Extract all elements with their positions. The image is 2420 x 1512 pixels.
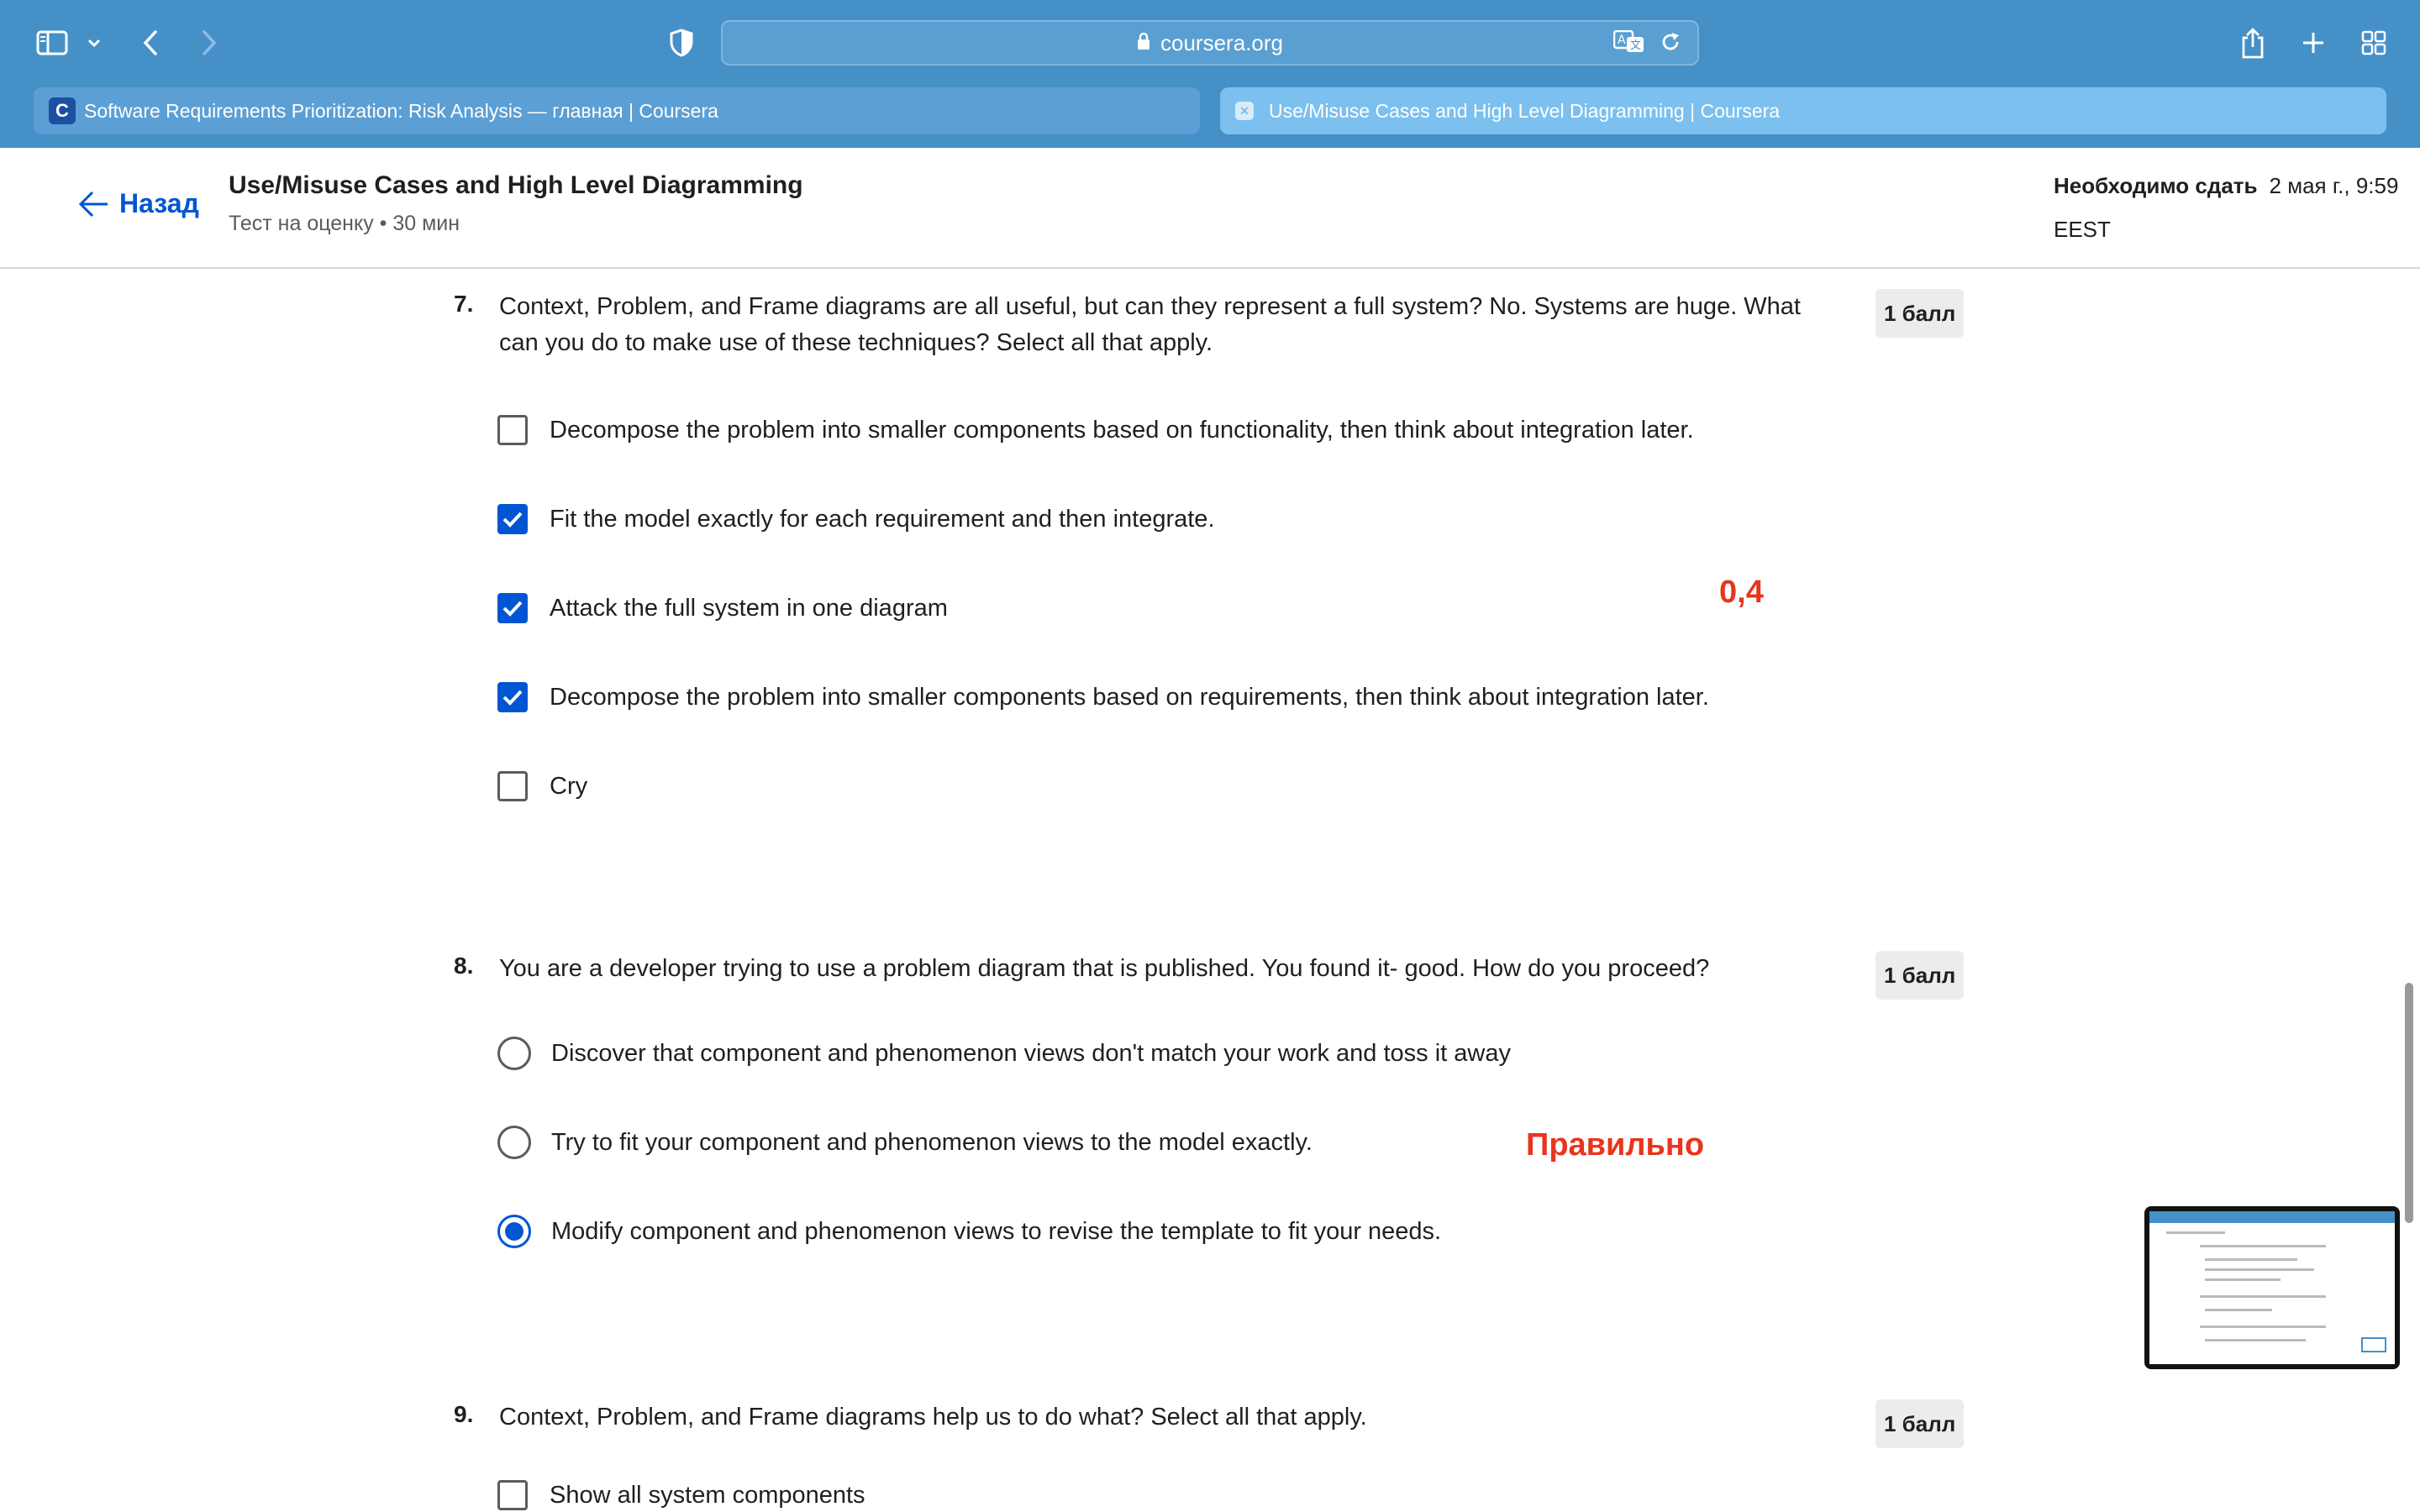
- page-title: Use/Misuse Cases and High Level Diagramm…: [229, 171, 803, 199]
- screenshot-thumbnail[interactable]: [2144, 1206, 2400, 1369]
- checkbox-option[interactable]: Fit the model exactly for each requireme…: [497, 504, 1215, 534]
- sidebar-icon[interactable]: [34, 22, 71, 64]
- checkbox-option[interactable]: Decompose the problem into smaller compo…: [497, 682, 1709, 712]
- new-tab-icon[interactable]: [2299, 22, 2328, 64]
- option-label: Cry: [550, 772, 588, 800]
- svg-text:文: 文: [1630, 39, 1641, 52]
- coursera-favicon-icon: C: [49, 97, 76, 124]
- question-text: Context, Problem, and Frame diagrams are…: [499, 293, 1801, 356]
- address-text: coursera.org: [1160, 29, 1283, 55]
- page-header: Назад Use/Misuse Cases and High Level Di…: [0, 148, 2420, 269]
- option-label: Discover that component and phenomenon v…: [551, 1039, 1511, 1067]
- checkbox-checked[interactable]: [497, 593, 528, 623]
- browser-chrome: coursera.org A文 C Software Requirements …: [0, 0, 2420, 148]
- option-label: Decompose the problem into smaller compo…: [550, 416, 1694, 444]
- tab-title: Use/Misuse Cases and High Level Diagramm…: [1269, 99, 1781, 122]
- chevron-down-icon[interactable]: [84, 22, 104, 64]
- scrollbar[interactable]: [2405, 983, 2413, 1223]
- checkbox-option[interactable]: Decompose the problem into smaller compo…: [497, 415, 1694, 445]
- option-label: Decompose the problem into smaller compo…: [550, 683, 1709, 711]
- due-date: Необходимо сдать 2 мая г., 9:59: [2054, 173, 2398, 199]
- checkbox-option[interactable]: Cry: [497, 771, 587, 801]
- checkmark-icon: [502, 512, 523, 528]
- question-9: 9. Context, Problem, and Frame diagrams …: [454, 1389, 1966, 1512]
- radio-button[interactable]: [497, 1126, 531, 1159]
- question-7: 7. Context, Problem, and Frame diagrams …: [454, 279, 1966, 900]
- share-icon[interactable]: [2238, 22, 2267, 64]
- checkbox-checked[interactable]: [497, 682, 528, 712]
- tab-bar: C Software Requirements Prioritization: …: [0, 84, 2420, 143]
- quiz-content: 7. Context, Problem, and Frame diagrams …: [0, 270, 2420, 1512]
- arrow-left-icon: [78, 191, 108, 217]
- radio-button[interactable]: [497, 1037, 531, 1070]
- due-value: 2 мая г., 9:59: [2269, 173, 2399, 198]
- back-button[interactable]: Назад: [77, 188, 199, 219]
- translate-icon[interactable]: A文: [1612, 29, 1645, 58]
- address-bar[interactable]: coursera.org A文: [721, 20, 1699, 66]
- checkbox[interactable]: [497, 415, 528, 445]
- lock-icon: [1137, 30, 1150, 56]
- radio-dot: [505, 1222, 523, 1241]
- browser-tab-2[interactable]: × Use/Misuse Cases and High Level Diagra…: [1220, 87, 2386, 134]
- radio-option[interactable]: Modify component and phenomenon views to…: [497, 1215, 1441, 1248]
- tab-title: Software Requirements Prioritization: Ri…: [84, 99, 718, 122]
- checkmark-icon: [502, 601, 523, 617]
- close-tab-icon[interactable]: ×: [1235, 102, 1254, 120]
- shield-icon[interactable]: [667, 22, 696, 64]
- back-icon[interactable]: [138, 22, 163, 64]
- option-label: Attack the full system in one diagram: [550, 594, 948, 622]
- points-badge: 1 балл: [1876, 1399, 1965, 1448]
- radio-option[interactable]: Try to fit your component and phenomenon…: [497, 1126, 1313, 1159]
- radio-button-selected[interactable]: [497, 1215, 531, 1248]
- points-badge: 1 балл: [1876, 951, 1965, 1000]
- page-subtitle: Тест на оценку • 30 мин: [229, 212, 460, 235]
- due-timezone: EEST: [2054, 217, 2111, 242]
- option-label: Fit the model exactly for each requireme…: [550, 505, 1215, 533]
- question-number: 9.: [454, 1401, 474, 1427]
- back-label: Назад: [119, 188, 199, 218]
- checkbox[interactable]: [497, 771, 528, 801]
- question-8: 8. You are a developer trying to use a p…: [454, 941, 1966, 1327]
- checkbox[interactable]: [497, 1480, 528, 1510]
- option-label: Modify component and phenomenon views to…: [551, 1217, 1442, 1245]
- correct-annotation: Правильно: [1526, 1127, 1705, 1163]
- checkbox-option[interactable]: Show all system components: [497, 1480, 865, 1510]
- browser-tab-1[interactable]: C Software Requirements Prioritization: …: [34, 87, 1200, 134]
- score-annotation: 0,4: [1719, 575, 1764, 610]
- checkbox-option[interactable]: Attack the full system in one diagram: [497, 593, 948, 623]
- points-badge: 1 балл: [1876, 289, 1965, 338]
- checkbox-checked[interactable]: [497, 504, 528, 534]
- forward-icon[interactable]: [197, 22, 222, 64]
- radio-option[interactable]: Discover that component and phenomenon v…: [497, 1037, 1511, 1070]
- svg-text:A: A: [1618, 34, 1626, 47]
- option-label: Try to fit your component and phenomenon…: [551, 1128, 1313, 1156]
- option-label: Show all system components: [550, 1481, 865, 1509]
- checkmark-icon: [502, 690, 523, 706]
- tab-overview-icon[interactable]: [2360, 22, 2388, 64]
- question-number: 8.: [454, 953, 474, 979]
- due-label: Необходимо сдать: [2054, 173, 2258, 198]
- reload-icon[interactable]: [1659, 30, 1682, 58]
- question-text: Context, Problem, and Frame diagrams hel…: [499, 1404, 1367, 1431]
- browser-toolbar: coursera.org A文: [0, 0, 2420, 84]
- question-text: You are a developer trying to use a prob…: [499, 955, 1710, 982]
- question-number: 7.: [454, 291, 474, 317]
